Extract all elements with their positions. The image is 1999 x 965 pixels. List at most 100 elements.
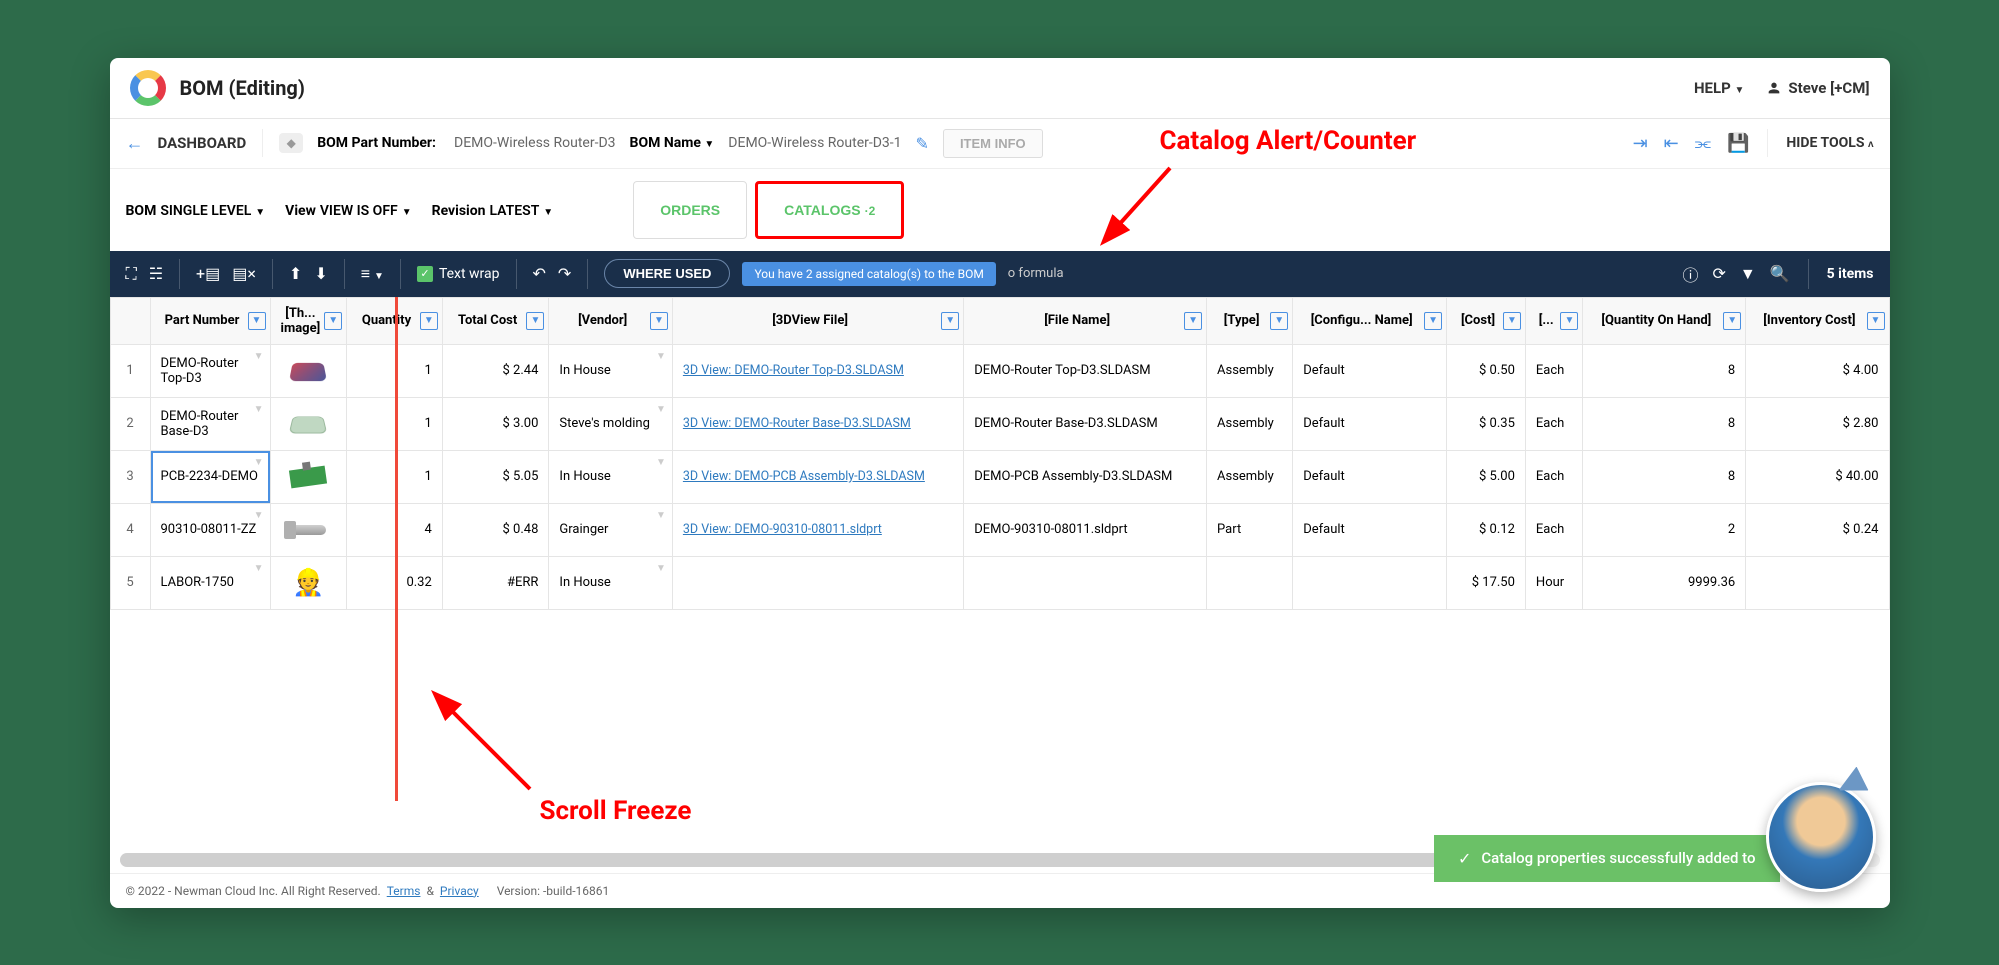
terms-link[interactable]: Terms: [387, 884, 421, 898]
vendor-cell[interactable]: Steve's molding▼: [549, 397, 672, 450]
column-header[interactable]: Total Cost▼: [442, 297, 549, 344]
share-icon[interactable]: ⫘: [1695, 133, 1711, 154]
app-window: BOM (Editing) HELP ▼ Steve [+CM] ← DASHB…: [110, 58, 1890, 908]
add-row-icon[interactable]: +▤: [196, 264, 220, 283]
column-filter-icon[interactable]: ▼: [941, 312, 959, 330]
hide-tools-toggle[interactable]: HIDE TOOLS ʌ: [1786, 135, 1873, 151]
uom-cell: Each: [1525, 344, 1583, 397]
save-icon[interactable]: 💾: [1727, 133, 1749, 154]
part-number-cell[interactable]: PCB-2234-DEMO▼: [150, 450, 270, 503]
column-filter-icon[interactable]: ▼: [1723, 312, 1741, 330]
dashboard-link[interactable]: DASHBOARD: [158, 134, 247, 152]
column-filter-icon[interactable]: ▼: [324, 312, 342, 330]
part-number-cell[interactable]: 90310-08011-ZZ▼: [150, 503, 270, 556]
help-menu[interactable]: HELP ▼: [1694, 79, 1744, 97]
import-icon[interactable]: ⇥: [1633, 133, 1648, 154]
bom-name-dropdown[interactable]: BOM Name ▼: [630, 135, 715, 151]
vendor-cell[interactable]: Grainger▼: [549, 503, 672, 556]
column-filter-icon[interactable]: ▼: [1503, 312, 1521, 330]
vendor-cell[interactable]: In House▼: [549, 556, 672, 609]
qoh-cell[interactable]: 8: [1583, 450, 1746, 503]
thumbnail-cell: [270, 450, 347, 503]
column-filter-icon[interactable]: ▼: [1424, 312, 1442, 330]
column-filter-icon[interactable]: ▼: [248, 312, 266, 330]
column-header[interactable]: Part Number▼: [150, 297, 270, 344]
bom-level-dropdown[interactable]: BOM SINGLE LEVEL ▼: [126, 200, 266, 219]
qoh-cell[interactable]: 8: [1583, 344, 1746, 397]
column-header[interactable]: [Configu... Name]▼: [1293, 297, 1447, 344]
export-icon[interactable]: ⇤: [1664, 133, 1679, 154]
text-wrap-toggle[interactable]: ✓ Text wrap: [417, 266, 500, 282]
column-header[interactable]: [3DView File]▼: [672, 297, 963, 344]
qoh-cell[interactable]: 9999.36: [1583, 556, 1746, 609]
flat-icon[interactable]: ☵: [149, 264, 163, 283]
3dview-cell[interactable]: 3D View: DEMO-90310-08011.sldprt: [672, 503, 963, 556]
privacy-link[interactable]: Privacy: [440, 884, 479, 898]
qoh-cell[interactable]: 8: [1583, 397, 1746, 450]
column-header[interactable]: [Inventory Cost]▼: [1746, 297, 1889, 344]
table-row[interactable]: 2DEMO-Router Base-D3▼1$ 3.00Steve's mold…: [110, 397, 1889, 450]
redo-icon[interactable]: ↷: [558, 264, 571, 283]
table-row[interactable]: 1DEMO-Router Top-D3▼1$ 2.44In House▼3D V…: [110, 344, 1889, 397]
column-header[interactable]: [Cost]▼: [1447, 297, 1526, 344]
revision-dropdown[interactable]: Revision LATEST ▼: [432, 200, 554, 219]
part-thumbnail-icon: 👷: [285, 565, 331, 601]
orders-tab[interactable]: ORDERS: [633, 181, 747, 239]
row-number: 5: [110, 556, 150, 609]
part-number-cell[interactable]: DEMO-Router Base-D3▼: [150, 397, 270, 450]
cost-cell[interactable]: $ 5.00: [1447, 450, 1526, 503]
cost-cell[interactable]: $ 0.35: [1447, 397, 1526, 450]
search-icon[interactable]: 🔍: [1770, 264, 1790, 283]
config-cell: Default: [1293, 397, 1447, 450]
table-row[interactable]: 490310-08011-ZZ▼4$ 0.48Grainger▼3D View:…: [110, 503, 1889, 556]
type-cell: Assembly: [1207, 344, 1293, 397]
row-number-header: [110, 297, 150, 344]
part-number-cell[interactable]: DEMO-Router Top-D3▼: [150, 344, 270, 397]
move-down-icon[interactable]: ⬇: [314, 264, 327, 283]
column-header[interactable]: [Quantity On Hand]▼: [1583, 297, 1746, 344]
column-filter-icon[interactable]: ▼: [1560, 312, 1578, 330]
filter-icon[interactable]: ▼: [1740, 264, 1756, 284]
refresh-icon[interactable]: ⟳: [1712, 264, 1725, 283]
column-header[interactable]: [Th... image]▼: [270, 297, 347, 344]
3dview-cell[interactable]: [672, 556, 963, 609]
column-header[interactable]: [Vendor]▼: [549, 297, 672, 344]
tree-icon[interactable]: ⛶: [126, 264, 137, 284]
edit-icon[interactable]: ✎: [916, 134, 929, 153]
column-filter-icon[interactable]: ▼: [1270, 312, 1288, 330]
data-grid[interactable]: Part Number▼[Th... image]▼Quantity▼Total…: [110, 297, 1890, 847]
3dview-cell[interactable]: 3D View: DEMO-Router Top-D3.SLDASM: [672, 344, 963, 397]
view-dropdown[interactable]: View VIEW IS OFF ▼: [285, 200, 411, 219]
table-row[interactable]: 5LABOR-1750▼👷0.32#ERRIn House▼$ 17.50Hou…: [110, 556, 1889, 609]
table-row[interactable]: 3PCB-2234-DEMO▼1$ 5.05In House▼3D View: …: [110, 450, 1889, 503]
info-icon[interactable]: ⓘ: [1682, 262, 1698, 286]
user-menu[interactable]: Steve [+CM]: [1766, 79, 1869, 97]
cost-cell[interactable]: $ 0.12: [1447, 503, 1526, 556]
catalogs-tab[interactable]: CATALOGS·2: [755, 181, 904, 239]
where-used-button[interactable]: WHERE USED: [604, 259, 730, 288]
move-up-icon[interactable]: ⬆: [289, 264, 302, 283]
column-filter-icon[interactable]: ▼: [1867, 312, 1885, 330]
cost-cell[interactable]: $ 0.50: [1447, 344, 1526, 397]
item-info-button[interactable]: ITEM INFO: [943, 129, 1043, 158]
part-number-cell[interactable]: LABOR-1750▼: [150, 556, 270, 609]
presenter-avatar: [1766, 782, 1876, 892]
vendor-cell[interactable]: In House▼: [549, 344, 672, 397]
back-arrow-icon[interactable]: ←: [126, 133, 144, 154]
3dview-cell[interactable]: 3D View: DEMO-PCB Assembly-D3.SLDASM: [672, 450, 963, 503]
filename-cell: DEMO-PCB Assembly-D3.SLDASM: [964, 450, 1207, 503]
column-header[interactable]: [Type]▼: [1207, 297, 1293, 344]
column-header[interactable]: [...▼: [1525, 297, 1583, 344]
align-icon[interactable]: ≡ ▼: [361, 264, 384, 284]
column-filter-icon[interactable]: ▼: [1184, 312, 1202, 330]
undo-icon[interactable]: ↶: [533, 264, 546, 283]
remove-row-icon[interactable]: ▤×: [232, 264, 256, 283]
column-filter-icon[interactable]: ▼: [650, 312, 668, 330]
3dview-cell[interactable]: 3D View: DEMO-Router Base-D3.SLDASM: [672, 397, 963, 450]
column-filter-icon[interactable]: ▼: [420, 312, 438, 330]
cost-cell[interactable]: $ 17.50: [1447, 556, 1526, 609]
vendor-cell[interactable]: In House▼: [549, 450, 672, 503]
qoh-cell[interactable]: 2: [1583, 503, 1746, 556]
column-filter-icon[interactable]: ▼: [526, 312, 544, 330]
column-header[interactable]: [File Name]▼: [964, 297, 1207, 344]
